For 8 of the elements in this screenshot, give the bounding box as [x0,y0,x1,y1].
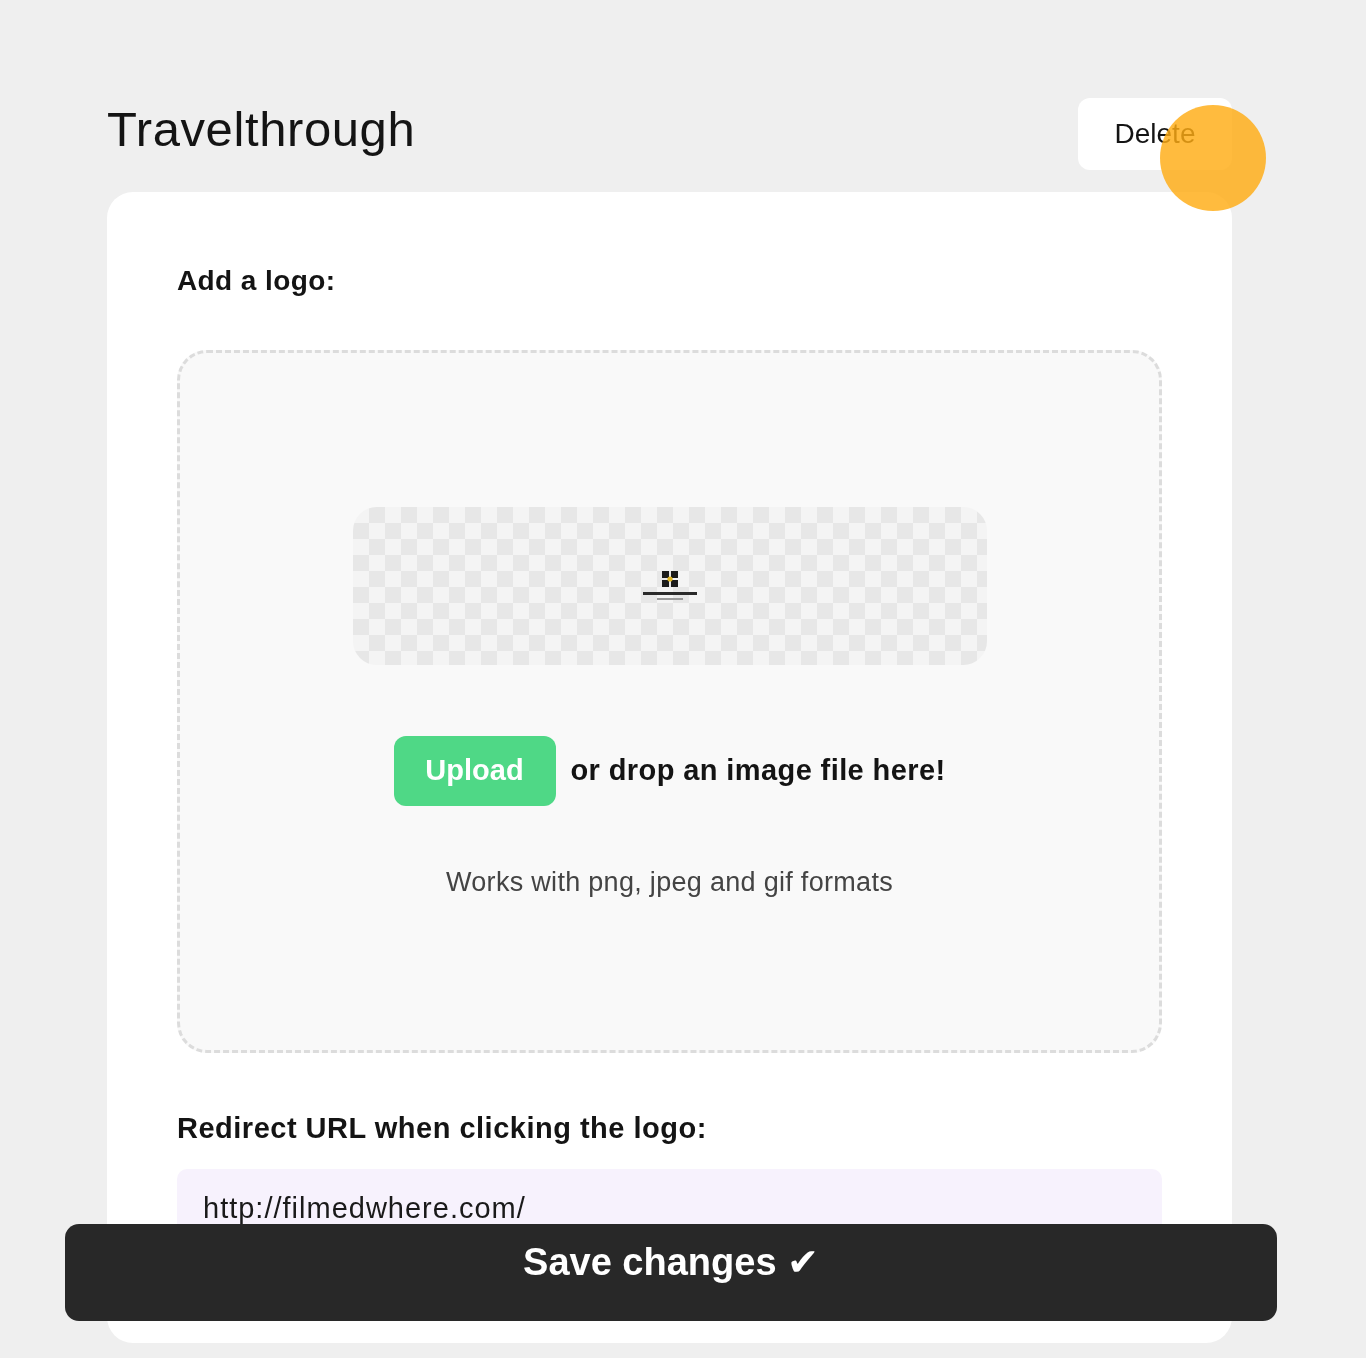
formats-note: Works with png, jpeg and gif formats [445,866,894,899]
section-label: Add a logo: [177,264,337,298]
save-changes-button[interactable]: Save changes ✔ [65,1224,1277,1321]
url-field[interactable]: http://filmedwhere.com/ [177,1169,1162,1225]
section-label: Redirect URL when clicking the logo: [177,1111,708,1145]
page-title: Travelthrough [107,105,416,154]
drop-zone[interactable]: Upload or drop an image file here! Works with png, jpeg and gif formats [177,350,1162,1053]
drop-hint: or drop an image file here! [570,753,946,789]
